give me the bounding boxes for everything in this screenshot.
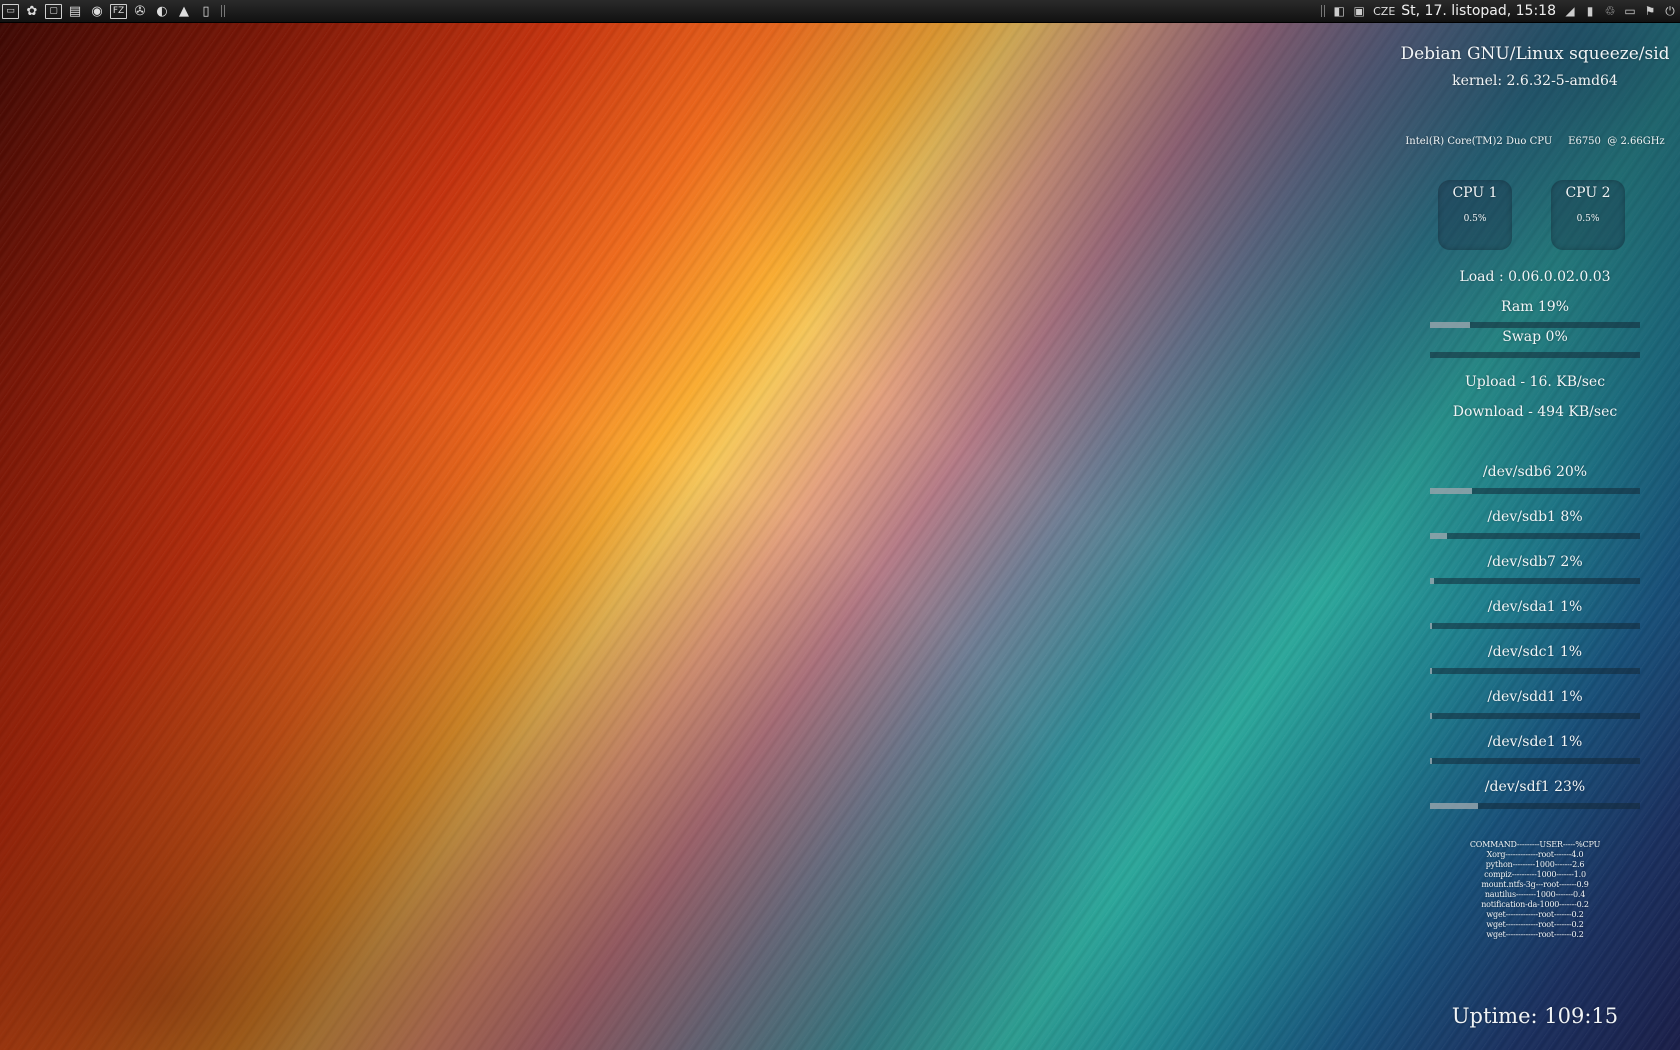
swap-usage-label: Swap 0% [1502, 329, 1568, 345]
cpu2-value: 0.5% [1576, 214, 1600, 224]
disk-usage-label: /dev/sde1 1% [1487, 734, 1583, 750]
run-icon[interactable]: ⚑ [1641, 2, 1659, 20]
disk-usage-bar-fill [1430, 668, 1433, 674]
disk-usage-bar [1430, 803, 1640, 809]
cpu-model: Intel(R) Core(TM)2 Duo CPU E6750 @ 2.66G… [1405, 136, 1665, 147]
disk-usage-bar [1430, 713, 1640, 719]
cpu1-value: 0.5% [1463, 214, 1487, 224]
panel-clock[interactable]: St, 17. listopad, 15:18 [1401, 3, 1556, 19]
panel-separator [221, 5, 225, 17]
cpu1-box: CPU 1 0.5% [1438, 180, 1512, 250]
disk-usage-label: /dev/sdb1 8% [1487, 509, 1583, 525]
trash-icon[interactable]: ♲ [1601, 2, 1619, 20]
process-row: Xorg-------------root-------4.0 [1486, 850, 1584, 859]
process-row: mount.ntfs-3g---root-------0.9 [1481, 880, 1589, 889]
disk-usage-bar [1430, 758, 1640, 764]
launcher-bar: ▭ ✿ ▢ ▤ ◉ FZ ✇ ◐ ▲ ▯ [0, 0, 229, 22]
disk-usage-label: /dev/sdb6 20% [1482, 464, 1588, 480]
disk-usage-label: /dev/sdd1 1% [1487, 689, 1583, 705]
show-desktop-icon[interactable]: ▭ [1621, 2, 1639, 20]
disk-usage-bar [1430, 578, 1640, 584]
process-row: wget-------------root-------0.2 [1486, 930, 1584, 939]
vlc-icon[interactable]: ▲ [175, 2, 193, 20]
ram-usage-label: Ram 19% [1500, 299, 1570, 315]
process-row: notification-da-1000-------0.2 [1481, 900, 1589, 909]
process-row: compiz----------1000-------1.0 [1484, 870, 1586, 879]
process-list: COMMAND---------USER-----%CPU Xorg------… [1400, 840, 1670, 940]
disk-usage-bar-fill [1430, 533, 1447, 539]
disk-usage-bar-fill [1430, 713, 1433, 719]
ram-usage-bar [1430, 322, 1640, 328]
process-list-header: COMMAND---------USER-----%CPU [1469, 840, 1601, 849]
process-row: nautilus--------1000-------0.4 [1484, 890, 1586, 899]
disk-usage-bar-fill [1430, 803, 1479, 809]
gimp-icon[interactable]: ✿ [23, 2, 41, 20]
file-manager-icon[interactable]: ▤ [66, 2, 84, 20]
process-row: wget-------------root-------0.2 [1486, 920, 1584, 929]
disk-usage-bar [1430, 488, 1640, 494]
download-speed: Download - 494 KB/sec [1452, 404, 1618, 420]
disk-usage-bar [1430, 623, 1640, 629]
disk-usage-bar-fill [1430, 488, 1472, 494]
terminal-icon[interactable]: ▭ [2, 3, 19, 19]
kernel-version: kernel: 2.6.32-5-amd64 [1452, 73, 1618, 89]
volume-icon[interactable]: ◢ [1561, 2, 1579, 20]
disk-usage-bar [1430, 668, 1640, 674]
disk-usage-label: /dev/sdc1 1% [1487, 644, 1583, 660]
battery-icon[interactable]: ▮ [1581, 2, 1599, 20]
swap-usage-bar [1430, 352, 1640, 358]
disk-usage-label: /dev/sdb7 2% [1487, 554, 1583, 570]
uptime: Uptime: 109:15 [1451, 1004, 1619, 1028]
disk-usage-label: /dev/sdf1 23% [1484, 779, 1586, 795]
load-average: Load : 0.06.0.02.0.03 [1459, 269, 1611, 285]
browser-icon[interactable]: ◉ [88, 2, 106, 20]
pidgin-icon[interactable]: ✇ [131, 2, 149, 20]
clipboard-icon[interactable]: ▣ [1350, 2, 1368, 20]
top-panel: ▭ ✿ ▢ ▤ ◉ FZ ✇ ◐ ▲ ▯ ◧ ▣ CZE St, 17. lis… [0, 0, 1680, 23]
disk-usage-bar-fill [1430, 578, 1435, 584]
disk-usage-bar-fill [1430, 758, 1433, 764]
disk-icon[interactable]: ◐ [153, 2, 171, 20]
power-icon[interactable]: ⏻ [1661, 2, 1679, 20]
window-icon[interactable]: ▢ [45, 3, 62, 19]
notes-icon[interactable]: ▯ [197, 2, 215, 20]
cpu1-label: CPU 1 [1452, 185, 1498, 201]
process-row: python---------1000-------2.6 [1485, 860, 1585, 869]
disk-usage-bar-fill [1430, 623, 1433, 629]
process-row: wget-------------root-------0.2 [1486, 910, 1584, 919]
cpu2-label: CPU 2 [1565, 185, 1611, 201]
filezilla-icon[interactable]: FZ [110, 3, 127, 19]
disk-usage-label: /dev/sda1 1% [1487, 599, 1583, 615]
disk-usage-bar [1430, 533, 1640, 539]
panel-separator [1321, 5, 1326, 17]
upload-speed: Upload - 16. KB/sec [1464, 374, 1606, 390]
keyboard-layout-indicator[interactable]: CZE [1373, 5, 1395, 18]
ram-usage-bar-fill [1430, 322, 1470, 328]
network-icon[interactable]: ◧ [1330, 2, 1348, 20]
system-tray: ◧ ▣ CZE St, 17. listopad, 15:18 ◢ ▮ ♲ ▭ … [1317, 0, 1680, 22]
cpu2-box: CPU 2 0.5% [1551, 180, 1625, 250]
os-name: Debian GNU/Linux squeeze/sid [1400, 44, 1670, 64]
